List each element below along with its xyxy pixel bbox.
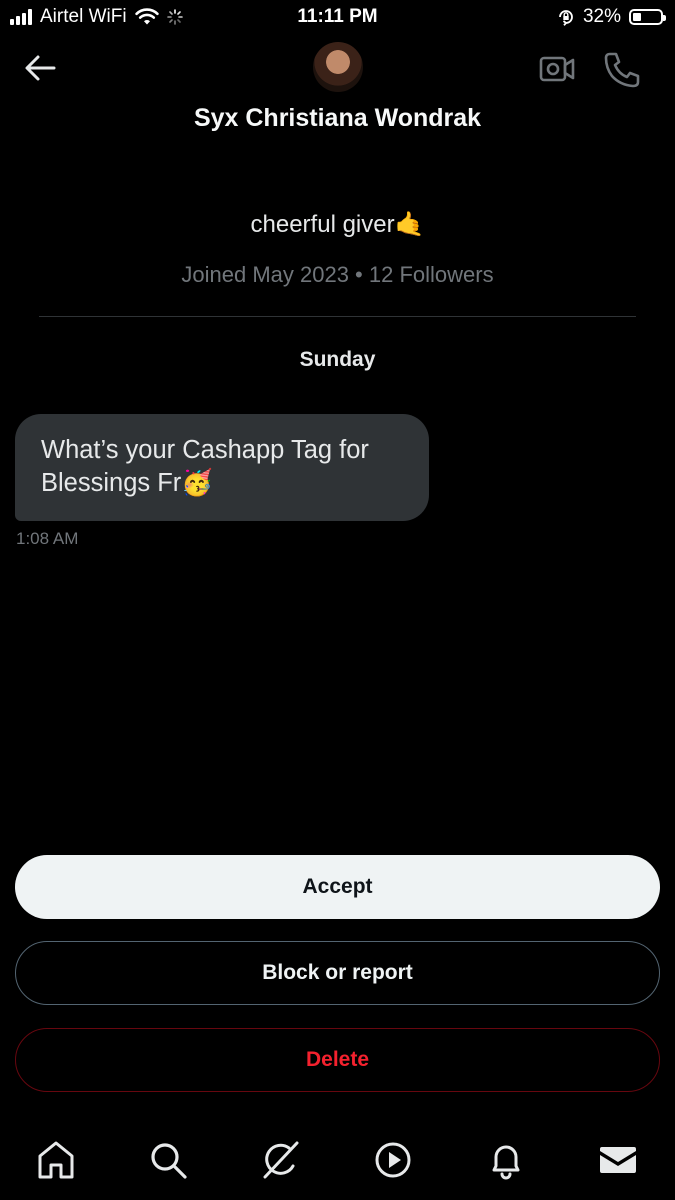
battery-percent: 32%	[582, 6, 621, 27]
notifications-icon[interactable]	[484, 1138, 528, 1182]
messages-icon[interactable]	[596, 1138, 640, 1182]
accept-button[interactable]: Accept	[15, 855, 660, 919]
phone-call-icon[interactable]	[602, 50, 642, 90]
video-play-icon[interactable]	[371, 1138, 415, 1182]
back-arrow-icon[interactable]	[22, 52, 58, 84]
delete-button[interactable]: Delete	[15, 1028, 660, 1092]
profile-meta: Joined May 2023 • 12 Followers	[181, 262, 494, 287]
day-separator: Sunday	[299, 348, 376, 371]
message-text-line-2: Blessings Fr🥳	[41, 469, 214, 497]
home-icon[interactable]	[34, 1138, 78, 1182]
status-bar: Airtel WiFi 11:11 PM 32%	[0, 0, 675, 36]
contact-name[interactable]: Syx Christiana Wondrak	[0, 104, 675, 133]
video-call-icon[interactable]	[538, 52, 576, 86]
status-right: 32%	[557, 6, 666, 28]
block-or-report-button[interactable]: Block or report	[15, 941, 660, 1005]
orientation-lock-icon	[559, 10, 573, 26]
avatar[interactable]	[313, 42, 363, 92]
search-icon[interactable]	[146, 1138, 190, 1182]
profile-bio: cheerful giver🤙	[250, 211, 425, 238]
divider	[39, 316, 636, 317]
battery-icon	[629, 9, 666, 25]
grok-icon[interactable]	[258, 1138, 302, 1182]
message-text-line-1: What’s your Cashapp Tag for	[41, 436, 369, 464]
message-bubble[interactable]: What’s your Cashapp Tag for Blessings Fr…	[15, 414, 429, 521]
message-timestamp: 1:08 AM	[16, 529, 79, 548]
